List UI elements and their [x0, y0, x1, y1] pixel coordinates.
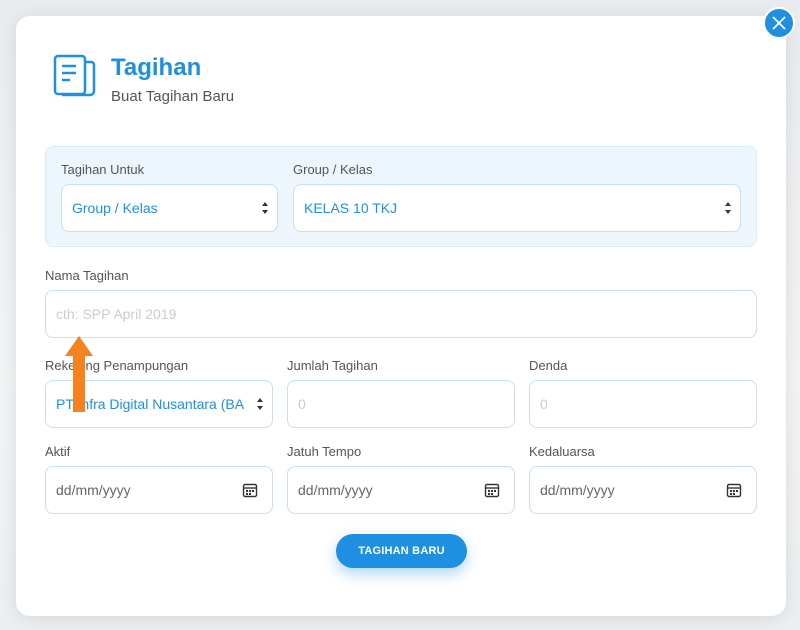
orange-up-arrow — [65, 336, 93, 412]
jatuh-tempo-date-input[interactable]: dd/mm/yyyy — [287, 466, 515, 514]
nama-tagihan-placeholder: cth: SPP April 2019 — [56, 306, 177, 322]
tagihan-untuk-select[interactable]: Group / Kelas — [61, 184, 278, 232]
calendar-icon[interactable] — [242, 482, 258, 498]
aktif-value: dd/mm/yyyy — [56, 482, 131, 498]
close-icon — [772, 16, 786, 30]
create-bill-modal: Tagihan Buat Tagihan Baru Tagihan Untuk … — [16, 16, 786, 616]
select-caret-icon — [262, 202, 268, 214]
aktif-date-input[interactable]: dd/mm/yyyy — [45, 466, 273, 514]
calendar-icon[interactable] — [726, 482, 742, 498]
calendar-icon[interactable] — [484, 482, 500, 498]
select-caret-icon — [257, 398, 263, 410]
jatuh-tempo-value: dd/mm/yyyy — [298, 482, 373, 498]
aktif-label: Aktif — [45, 444, 71, 459]
denda-placeholder: 0 — [540, 396, 548, 412]
jumlah-placeholder: 0 — [298, 396, 306, 412]
denda-label: Denda — [529, 358, 568, 373]
create-bill-button[interactable]: TAGIHAN BARU — [336, 534, 467, 568]
jatuh-tempo-label: Jatuh Tempo — [287, 444, 362, 459]
jumlah-label: Jumlah Tagihan — [287, 358, 378, 373]
select-caret-icon — [725, 202, 731, 214]
group-kelas-select[interactable]: KELAS 10 TKJ — [293, 184, 741, 232]
group-kelas-label: Group / Kelas — [293, 162, 373, 177]
nama-tagihan-input[interactable]: cth: SPP April 2019 — [45, 290, 757, 338]
modal-subtitle: Buat Tagihan Baru — [111, 88, 235, 105]
tagihan-untuk-value: Group / Kelas — [72, 200, 158, 216]
kedaluarsa-date-input[interactable]: dd/mm/yyyy — [529, 466, 757, 514]
group-kelas-value: KELAS 10 TKJ — [304, 200, 398, 216]
denda-input[interactable]: 0 — [529, 380, 757, 428]
tagihan-untuk-label: Tagihan Untuk — [61, 162, 145, 177]
kedaluarsa-value: dd/mm/yyyy — [540, 482, 615, 498]
modal-title: Tagihan — [111, 54, 202, 81]
kedaluarsa-label: Kedaluarsa — [529, 444, 595, 459]
jumlah-input[interactable]: 0 — [287, 380, 515, 428]
receipt-book-icon — [53, 54, 96, 97]
close-button[interactable] — [763, 7, 795, 39]
nama-tagihan-label: Nama Tagihan — [45, 268, 129, 283]
